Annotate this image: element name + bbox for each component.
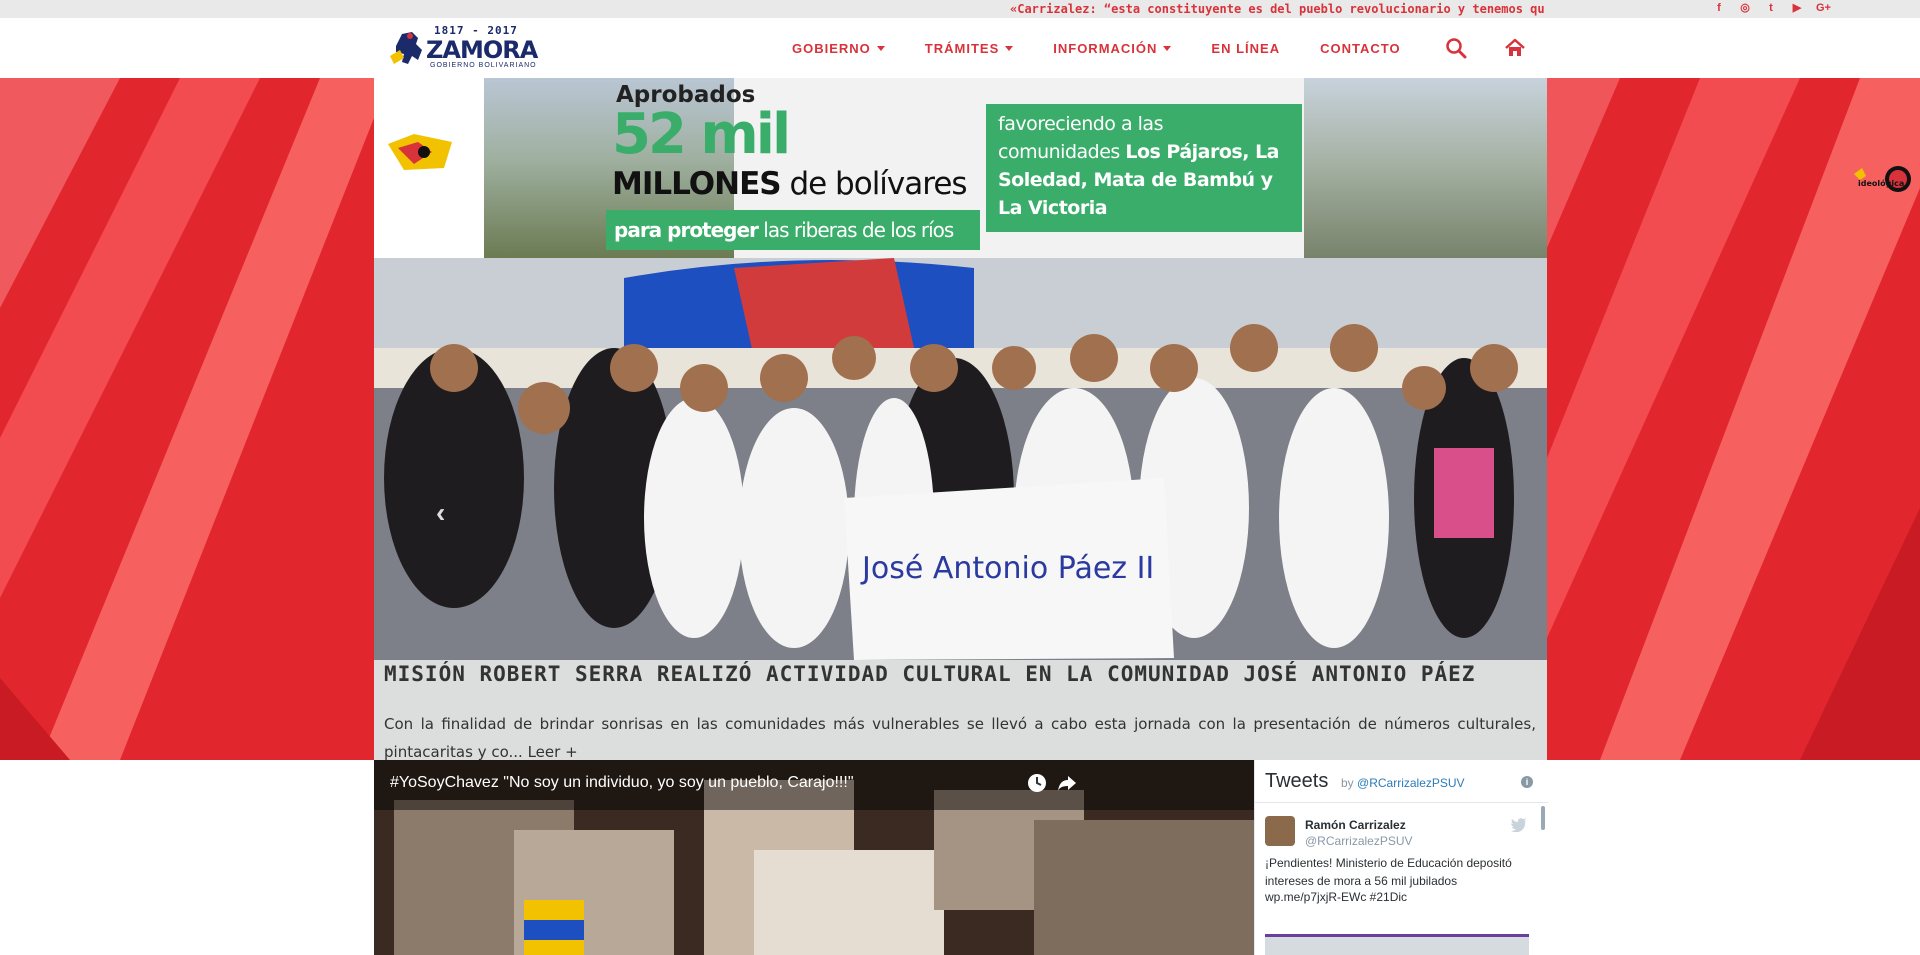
banner-amount: 52 mil bbox=[612, 102, 791, 167]
caret-down-icon bbox=[1005, 45, 1014, 51]
tweet-text: ¡Pendientes! Ministerio de Educación dep… bbox=[1265, 856, 1512, 888]
ideologica-logo[interactable]: ideológica bbox=[1852, 164, 1914, 194]
banner-protect: para proteger las riberas de los ríos bbox=[606, 210, 980, 250]
horse-rider-icon bbox=[390, 32, 422, 64]
banner-millions: MILLONES de bolívares bbox=[612, 166, 968, 202]
nav-item-contacto[interactable]: CONTACTO bbox=[1320, 41, 1400, 56]
nav-item-gobierno[interactable]: GOBIERNO bbox=[792, 41, 885, 56]
tweets-divider bbox=[1255, 802, 1548, 803]
ideologica-logo-text: ideológica bbox=[1858, 178, 1904, 188]
instagram-icon[interactable]: ◎ bbox=[1738, 1, 1752, 15]
watch-later-icon[interactable] bbox=[1026, 772, 1048, 794]
banner-millions-rest: de bolívares bbox=[780, 166, 967, 202]
caret-down-icon bbox=[876, 45, 885, 51]
search-icon[interactable] bbox=[1445, 37, 1467, 59]
share-icon[interactable] bbox=[1056, 772, 1078, 794]
avatar[interactable] bbox=[1265, 816, 1295, 846]
news-ticker[interactable]: «Carrizalez: “esta constituyente es del … bbox=[1010, 2, 1590, 16]
site-logo[interactable]: 1817 - 2017 ZAMORA GOBIERNO BOLIVARIANO bbox=[388, 22, 540, 72]
tweets-by-handle[interactable]: @RCarrizalezPSUV bbox=[1357, 776, 1465, 790]
banner-protect-bold: para proteger bbox=[614, 218, 759, 242]
logo-name: ZAMORA bbox=[426, 36, 538, 64]
scrollbar[interactable] bbox=[1541, 806, 1545, 830]
slider-prev-arrow[interactable]: ‹ bbox=[436, 498, 456, 528]
tweet-author-handle[interactable]: @RCarrizalezPSUV bbox=[1305, 834, 1413, 848]
top-bar: «Carrizalez: “esta constituyente es del … bbox=[0, 0, 1920, 18]
facebook-icon[interactable]: f bbox=[1712, 1, 1726, 15]
social-links: f ◎ t ▶ G+ bbox=[1712, 1, 1831, 15]
nav-item-label: TRÁMITES bbox=[924, 40, 1000, 56]
nav-item-label: INFORMACIÓN bbox=[1053, 40, 1158, 56]
nav-item-label: EN LÍNEA bbox=[1211, 40, 1281, 56]
video-player[interactable]: #YoSoyChavez "No soy un individuo, yo so… bbox=[374, 760, 1254, 955]
slide-title[interactable]: Misión Robert Serra realizó actividad cu… bbox=[384, 664, 1536, 685]
tweets-by-label: by bbox=[1341, 776, 1358, 790]
news-slider[interactable]: José Antonio Páez II ‹ Misión Robert Ser… bbox=[374, 258, 1547, 760]
nav-item-tramites[interactable]: TRÁMITES bbox=[924, 40, 1014, 56]
tweets-by: by @RCarrizalezPSUV bbox=[1341, 776, 1465, 790]
youtube-icon[interactable]: ▶ bbox=[1790, 1, 1804, 15]
government-emblem-icon bbox=[388, 134, 452, 170]
tweets-header: Tweets bbox=[1265, 770, 1329, 792]
banner-photo-right bbox=[1304, 78, 1547, 258]
twitter-bird-icon[interactable] bbox=[1511, 818, 1527, 832]
main-menu: GOBIERNO TRÁMITES INFORMACIÓN EN LÍNEA C… bbox=[792, 18, 1441, 78]
banner-millions-bold: MILLONES bbox=[612, 166, 782, 202]
slide-sign-text: José Antonio Páez II bbox=[860, 551, 1154, 586]
video-title[interactable]: #YoSoyChavez "No soy un individuo, yo so… bbox=[390, 774, 854, 792]
slide-summary: Con la finalidad de brindar sonrisas en … bbox=[384, 710, 1536, 760]
twitter-icon[interactable]: t bbox=[1764, 1, 1778, 15]
banner-protect-rest: las riberas de los ríos bbox=[757, 218, 954, 242]
nav-item-en-linea[interactable]: EN LÍNEA bbox=[1211, 41, 1280, 56]
tweet-author-name[interactable]: Ramón Carrizalez bbox=[1305, 818, 1406, 832]
nav-item-label: CONTACTO bbox=[1320, 40, 1401, 56]
tweet-media-preview[interactable] bbox=[1265, 934, 1529, 955]
read-more-link[interactable]: Leer + bbox=[528, 743, 578, 760]
google-plus-icon[interactable]: G+ bbox=[1816, 1, 1831, 15]
banner-communities: favoreciendo a las comunidades Los Pájar… bbox=[986, 104, 1302, 232]
info-icon[interactable]: i bbox=[1521, 776, 1533, 788]
tweet-link[interactable]: wp.me/p7jxjR-EWc #21Dic bbox=[1265, 890, 1407, 904]
home-icon[interactable] bbox=[1504, 37, 1526, 59]
slide-image: José Antonio Páez II bbox=[374, 258, 1547, 660]
nav-item-label: GOBIERNO bbox=[792, 40, 871, 56]
nav-item-informacion[interactable]: INFORMACIÓN bbox=[1053, 40, 1172, 56]
main-navbar: 1817 - 2017 ZAMORA GOBIERNO BOLIVARIANO … bbox=[0, 18, 1920, 78]
logo-tagline: GOBIERNO BOLIVARIANO bbox=[430, 62, 537, 69]
promo-banner[interactable]: Aprobados 52 mil MILLONES de bolívares p… bbox=[374, 78, 1547, 258]
twitter-timeline[interactable]: Tweets by @RCarrizalezPSUV i Ramón Carri… bbox=[1254, 760, 1548, 955]
caret-down-icon bbox=[1163, 45, 1172, 51]
